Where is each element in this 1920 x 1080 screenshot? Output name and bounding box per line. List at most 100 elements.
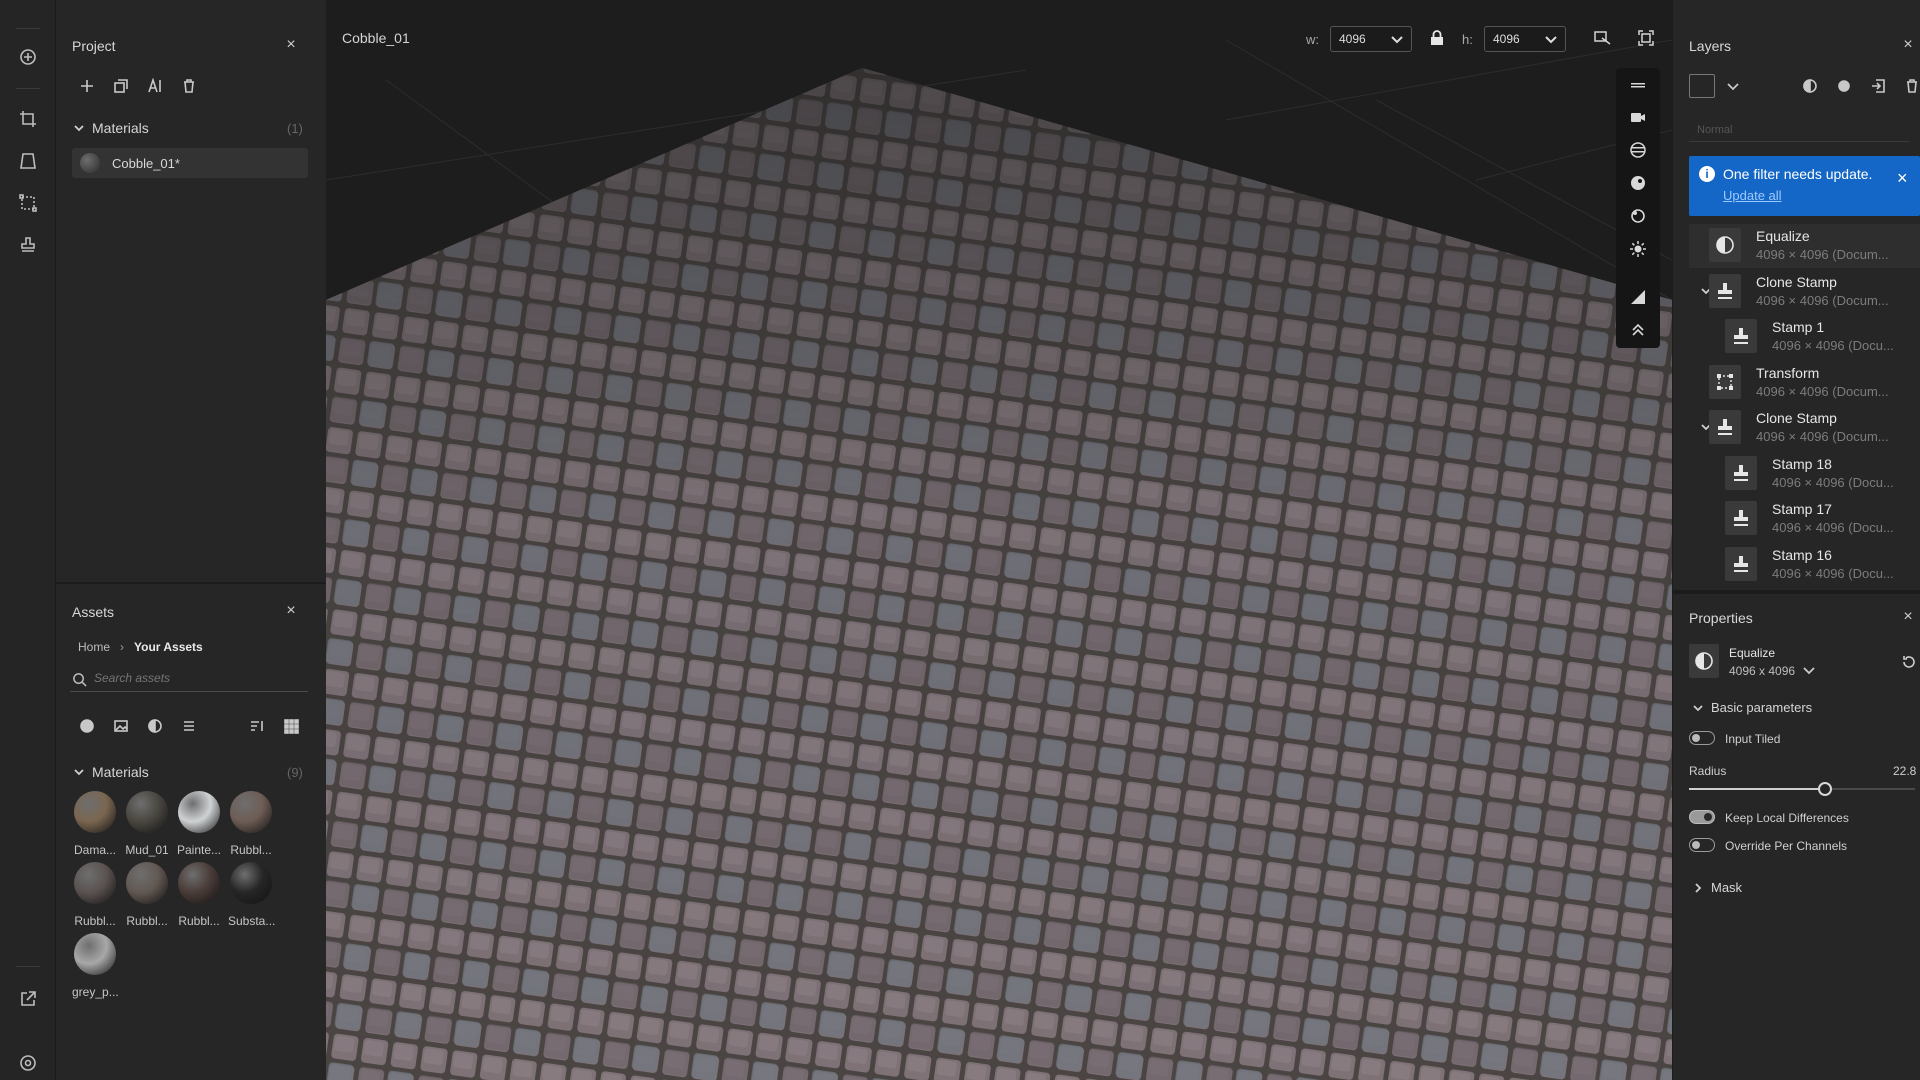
asset-tile[interactable]: Mud_01: [124, 791, 170, 857]
fill-icon[interactable]: [1827, 74, 1861, 98]
settings-icon[interactable]: [15, 1050, 41, 1076]
stamp-icon: [1709, 410, 1741, 444]
close-icon[interactable]: ×: [1901, 609, 1915, 625]
layer-name: Transform: [1756, 364, 1820, 381]
more-icon[interactable]: [1629, 76, 1647, 94]
asset-thumbnail: [126, 862, 168, 904]
search-input[interactable]: [94, 671, 294, 685]
material-preview-icon[interactable]: [1629, 174, 1647, 192]
clone-stamp-icon[interactable]: [15, 232, 41, 258]
export-icon[interactable]: [15, 986, 41, 1012]
asset-tile[interactable]: Dama...: [72, 791, 118, 857]
width-select[interactable]: 4096: [1330, 26, 1412, 52]
materials-count: (1): [287, 121, 303, 136]
asset-tile[interactable]: Rubbl...: [228, 791, 274, 857]
asset-tile[interactable]: Painte...: [176, 791, 222, 857]
close-icon[interactable]: ×: [284, 37, 298, 53]
fit-view-icon[interactable]: [1638, 30, 1654, 46]
materials-section-header[interactable]: Materials: [74, 120, 149, 136]
camera-icon[interactable]: [1629, 108, 1647, 126]
textured-plane: [326, 68, 1672, 1080]
override-toggle[interactable]: [1689, 838, 1715, 852]
reset-icon[interactable]: [1901, 654, 1917, 670]
asset-name: grey_p...: [72, 985, 119, 999]
radius-value[interactable]: 22.8: [1893, 764, 1916, 778]
filter-size: 4096 x 4096: [1729, 664, 1796, 678]
banner-close-icon[interactable]: ×: [1897, 169, 1908, 187]
layer-name: Stamp 1: [1772, 319, 1825, 335]
perspective-icon[interactable]: [15, 148, 41, 174]
close-icon[interactable]: ×: [1901, 37, 1915, 53]
update-banner: i One filter needs update. Update all ×: [1689, 156, 1920, 216]
radius-slider-track[interactable]: [1689, 782, 1915, 796]
add-icon[interactable]: [15, 44, 41, 70]
environment-icon[interactable]: [1629, 141, 1647, 159]
asset-tile[interactable]: Rubbl...: [176, 862, 222, 928]
asset-tile[interactable]: Substa...: [228, 862, 275, 928]
search-field[interactable]: [70, 668, 308, 692]
height-value: 4096: [1493, 32, 1520, 46]
stamp-icon: [1725, 546, 1757, 581]
add-layer-icon[interactable]: [1689, 74, 1715, 98]
duplicate-icon[interactable]: [104, 74, 138, 98]
layer-row[interactable]: Clone Stamp 4096 × 4096 (Docum...: [1689, 270, 1920, 314]
list-icon[interactable]: [172, 714, 206, 738]
new-icon[interactable]: [70, 74, 104, 98]
rotate-light-icon[interactable]: [1629, 207, 1647, 225]
asset-thumbnail: [74, 862, 116, 904]
asset-tile[interactable]: grey_p...: [72, 933, 119, 999]
grid-view-icon[interactable]: [274, 714, 308, 738]
filter-icon[interactable]: [1793, 74, 1827, 98]
layer-row[interactable]: Clone Stamp 4096 × 4096 (Docum...: [1689, 406, 1920, 450]
equalize-icon: [1709, 228, 1741, 262]
sort-icon[interactable]: [240, 714, 274, 738]
stamp-icon: [1725, 455, 1757, 490]
asset-tile[interactable]: Rubbl...: [72, 862, 118, 928]
viewport-3d[interactable]: Cobble_01 w: 4096 h: 4096: [326, 0, 1672, 1080]
chevron-down-icon: [1391, 36, 1403, 44]
mask-section-header[interactable]: Mask: [1693, 880, 1742, 895]
layer-row[interactable]: Stamp 16 4096 × 4096 (Docu...: [1689, 543, 1920, 587]
material-filter-icon[interactable]: [70, 714, 104, 738]
layer-row[interactable]: Stamp 18 4096 × 4096 (Docu...: [1689, 452, 1920, 496]
blend-mode-select[interactable]: Normal: [1689, 118, 1909, 142]
project-panel: Project × Materials (1): [56, 0, 326, 582]
chevron-down-icon[interactable]: [1727, 80, 1739, 92]
update-all-link[interactable]: Update all: [1723, 188, 1782, 203]
filter-type-icon[interactable]: [138, 714, 172, 738]
display-mode-icon[interactable]: [1594, 30, 1612, 46]
asset-tile[interactable]: Rubbl...: [124, 862, 170, 928]
material-item[interactable]: Cobble_01*: [72, 148, 308, 178]
basic-parameters-header[interactable]: Basic parameters: [1693, 700, 1812, 715]
rename-icon[interactable]: [138, 74, 172, 98]
histogram-icon[interactable]: [1629, 288, 1647, 306]
layer-row[interactable]: Transform 4096 × 4096 (Docum...: [1689, 361, 1920, 405]
layer-name: Stamp 17: [1772, 501, 1832, 517]
sun-icon[interactable]: [1629, 240, 1647, 258]
transform-icon[interactable]: [15, 190, 41, 216]
delete-layer-icon[interactable]: [1895, 74, 1920, 98]
delete-icon[interactable]: [172, 74, 206, 98]
radius-slider-handle[interactable]: [1817, 782, 1832, 796]
layer-name: Equalize: [1756, 228, 1810, 244]
override-label: Override Per Channels: [1725, 839, 1848, 853]
image-filter-icon[interactable]: [104, 714, 138, 738]
layers-panel-title: Layers: [1689, 38, 1732, 54]
lock-icon[interactable]: [1430, 30, 1444, 46]
input-tiled-toggle[interactable]: [1689, 731, 1715, 745]
breadcrumb-home[interactable]: Home: [78, 640, 110, 654]
layer-row[interactable]: Equalize 4096 × 4096 (Docum...: [1689, 224, 1920, 268]
filter-size-select[interactable]: 4096 x 4096: [1729, 664, 1815, 678]
keep-local-toggle[interactable]: [1689, 810, 1715, 824]
asset-name: Painte...: [176, 843, 222, 857]
materials-label: Materials: [92, 120, 149, 136]
layer-row[interactable]: Stamp 1 4096 × 4096 (Docu...: [1689, 315, 1920, 359]
height-select[interactable]: 4096: [1484, 26, 1566, 52]
layer-row[interactable]: Stamp 17 4096 × 4096 (Docu...: [1689, 497, 1920, 541]
crop-icon[interactable]: [15, 106, 41, 132]
asset-name: Mud_01: [125, 843, 169, 857]
close-icon[interactable]: ×: [284, 603, 298, 619]
assets-materials-header[interactable]: Materials: [74, 764, 149, 780]
import-icon[interactable]: [1861, 74, 1895, 98]
collapse-icon[interactable]: [1629, 320, 1647, 338]
